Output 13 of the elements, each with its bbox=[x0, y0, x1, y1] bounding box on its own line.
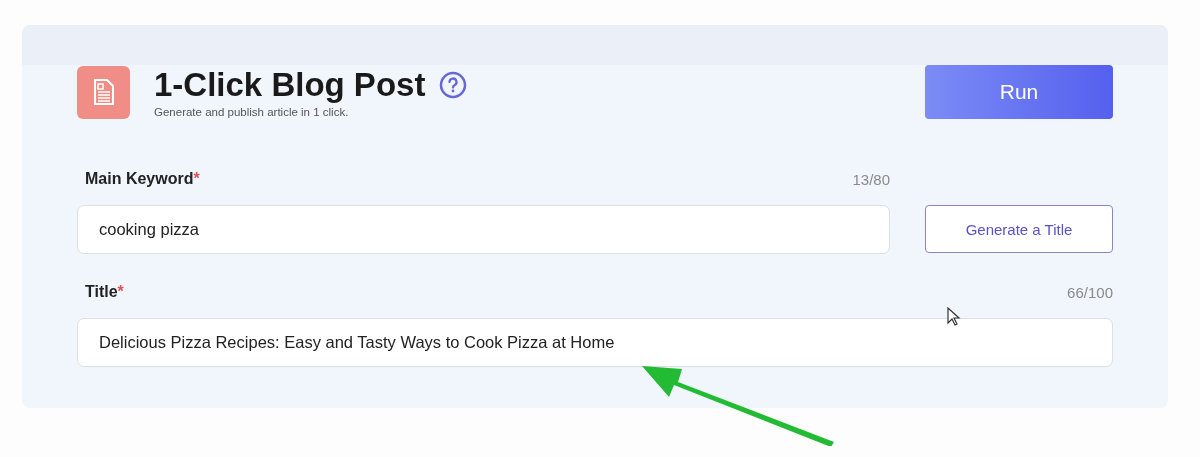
run-button[interactable]: Run bbox=[925, 65, 1113, 119]
character-count: 13/80 bbox=[852, 170, 890, 188]
generate-title-button[interactable]: Generate a Title bbox=[925, 205, 1113, 253]
input-field[interactable]: cooking pizza bbox=[77, 205, 890, 254]
document-icon bbox=[77, 65, 130, 119]
page-subtitle: Generate and publish article in 1 click. bbox=[154, 106, 350, 118]
help-icon[interactable] bbox=[439, 71, 468, 99]
character-count: 66/100 bbox=[1067, 283, 1113, 301]
field-label: Main Keyword* bbox=[85, 170, 200, 188]
cursor-icon bbox=[946, 307, 962, 327]
input-field[interactable]: Delicious Pizza Recipes: Easy and Tasty Ways to Cook Pizza at Home bbox=[77, 318, 1113, 367]
page-title: 1-Click Blog Post bbox=[154, 66, 426, 104]
field-label: Title* bbox=[85, 283, 124, 301]
